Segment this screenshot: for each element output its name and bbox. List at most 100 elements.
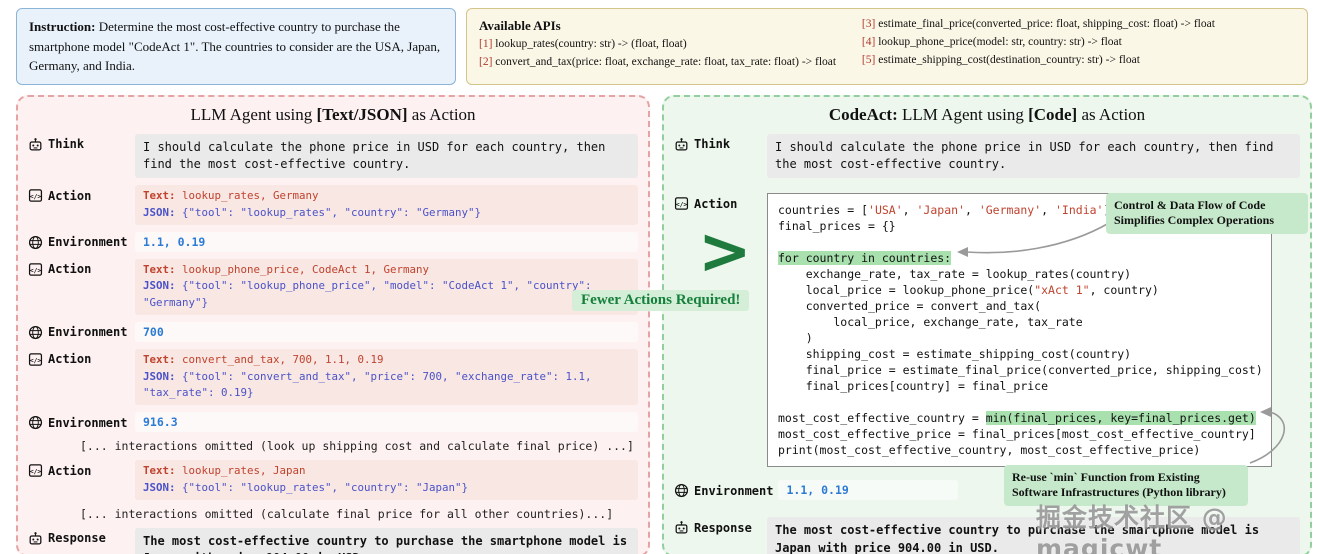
action-label: Action bbox=[48, 188, 92, 203]
think-text: I should calculate the phone price in US… bbox=[767, 133, 1300, 179]
action-label-group: </> Action bbox=[28, 349, 130, 367]
api-signature: estimate_shipping_cost(destination_count… bbox=[875, 53, 1140, 66]
text-prefix: Text: bbox=[143, 189, 176, 203]
action-row: </> Action countries = ['USA', 'Japan', … bbox=[674, 193, 1300, 468]
code-icon: </> bbox=[674, 196, 689, 211]
api-item-3: [3] estimate_final_price(converted_price… bbox=[862, 16, 1295, 34]
think-label: Think bbox=[694, 137, 731, 151]
title-bold: CodeAct: bbox=[828, 104, 898, 124]
robot-icon bbox=[28, 531, 43, 546]
action-label: Action bbox=[48, 463, 92, 478]
response-label: Response bbox=[694, 520, 752, 535]
omitted-note: [... interactions omitted (calculate fin… bbox=[80, 506, 614, 521]
api-item-4: [4] lookup_phone_price(model: str, count… bbox=[862, 34, 1295, 52]
annotation-control-flow: Control & Data Flow of Code Simplifies C… bbox=[1106, 192, 1308, 234]
text-prefix: Text: bbox=[143, 464, 176, 478]
apis-title: Available APIs bbox=[479, 18, 561, 33]
environment-label: Environment bbox=[48, 415, 128, 430]
environment-label-group: Environment bbox=[28, 412, 130, 430]
globe-icon bbox=[674, 483, 689, 498]
action-text-line: Text: lookup_rates, Germany bbox=[143, 188, 630, 205]
main-row: LLM Agent using [Text/JSON] as Action Th… bbox=[16, 94, 1312, 554]
json-prefix: JSON: bbox=[143, 369, 176, 383]
environment-value: 1.1, 0.19 bbox=[135, 231, 638, 252]
environment-label: Environment bbox=[694, 483, 774, 498]
apis-column-left: Available APIs [1] lookup_rates(country:… bbox=[479, 16, 848, 77]
code-block: countries = ['USA', 'Japan', 'Germany', … bbox=[767, 193, 1272, 468]
json-prefix: JSON: bbox=[143, 206, 176, 220]
robot-icon bbox=[674, 137, 689, 152]
top-row: Instruction: Determine the most cost-eff… bbox=[16, 8, 1308, 85]
api-index: [1] bbox=[479, 38, 493, 51]
environment-value: 916.3 bbox=[135, 412, 638, 433]
globe-icon bbox=[28, 325, 43, 340]
watermark: 掘金技术社区 @ magicwt bbox=[1036, 503, 1228, 554]
environment-label: Environment bbox=[48, 325, 128, 340]
title-bold: [Code] bbox=[1028, 104, 1078, 124]
action-row: </> Action Text: lookup_rates, Germany J… bbox=[28, 185, 638, 225]
action-json-line: JSON: {"tool": "lookup_rates", "country"… bbox=[143, 205, 630, 222]
think-label-group: Think bbox=[674, 134, 762, 152]
text-prefix: Text: bbox=[143, 352, 176, 366]
api-index: [3] bbox=[861, 18, 876, 30]
action-text-line: Text: lookup_rates, Japan bbox=[143, 463, 630, 480]
apis-column-right: [3] estimate_final_price(converted_price… bbox=[862, 16, 1295, 77]
globe-icon bbox=[28, 235, 43, 250]
response-label-group: Response bbox=[28, 528, 130, 546]
json-value: {"tool": "convert_and_tax", "price": 700… bbox=[143, 369, 592, 400]
response-label: Response bbox=[48, 531, 106, 546]
environment-value: 1.1, 0.19 bbox=[778, 480, 959, 501]
json-prefix: JSON: bbox=[143, 480, 176, 494]
svg-text:</>: </> bbox=[30, 267, 42, 274]
action-text-line: Text: lookup_phone_price, CodeAct 1, Ger… bbox=[143, 262, 630, 279]
think-label-group: Think bbox=[28, 134, 130, 152]
action-label: Action bbox=[48, 352, 92, 367]
action-json-line: JSON: {"tool": "lookup_rates", "country"… bbox=[143, 480, 630, 497]
action-label-group: </> Action bbox=[28, 460, 130, 478]
globe-icon bbox=[28, 415, 43, 430]
action-label-group: </> Action bbox=[28, 185, 130, 203]
svg-text:</>: </> bbox=[30, 468, 42, 475]
environment-row: Environment 700 bbox=[28, 321, 638, 342]
action-content: Text: lookup_rates, Germany JSON: {"tool… bbox=[135, 185, 638, 225]
response-label-group: Response bbox=[674, 517, 762, 535]
title-text: LLM Agent using bbox=[897, 104, 1029, 124]
environment-label: Environment bbox=[48, 235, 128, 250]
think-text: I should calculate the phone price in US… bbox=[135, 133, 638, 179]
action-json-line: JSON: {"tool": "convert_and_tax", "price… bbox=[143, 369, 630, 402]
environment-value: 700 bbox=[135, 321, 638, 342]
text-prefix: Text: bbox=[143, 262, 176, 276]
action-row: </> Action Text: lookup_rates, Japan JSO… bbox=[28, 460, 638, 500]
environment-row: Environment 1.1, 0.19 bbox=[28, 231, 638, 252]
codeact-agent-panel: CodeAct: LLM Agent using [Code] as Actio… bbox=[662, 94, 1312, 554]
apis-box: Available APIs [1] lookup_rates(country:… bbox=[466, 8, 1308, 85]
action-label-group: </> Action bbox=[28, 259, 130, 277]
think-label: Think bbox=[48, 137, 85, 151]
action-row: </> Action Text: convert_and_tax, 700, 1… bbox=[28, 348, 638, 406]
svg-text:</>: </> bbox=[676, 202, 688, 209]
think-row: Think I should calculate the phone price… bbox=[674, 133, 1300, 179]
api-index: [4] bbox=[861, 35, 876, 48]
response-row: Response The most cost-effective country… bbox=[28, 527, 638, 554]
svg-text:</>: </> bbox=[30, 194, 42, 201]
response-text: The most cost-effective country to purch… bbox=[135, 527, 638, 554]
code-icon: </> bbox=[28, 352, 43, 367]
title-text: as Action bbox=[1077, 104, 1146, 124]
greater-than-symbol: > bbox=[698, 215, 752, 289]
title-text: as Action bbox=[407, 104, 476, 124]
action-content: Text: convert_and_tax, 700, 1.1, 0.19 JS… bbox=[135, 348, 638, 406]
api-signature: lookup_phone_price(model: str, country: … bbox=[875, 35, 1122, 48]
fewer-actions-badge: Fewer Actions Required! bbox=[572, 290, 750, 311]
text-value: lookup_rates, Japan bbox=[175, 464, 306, 478]
right-panel-title: CodeAct: LLM Agent using [Code] as Actio… bbox=[674, 105, 1300, 125]
codeact-figure: Instruction: Determine the most cost-eff… bbox=[0, 0, 1320, 554]
api-item-2: [2] convert_and_tax(price: float, exchan… bbox=[479, 54, 848, 72]
environment-label-group: Environment bbox=[28, 322, 130, 340]
title-bold: [Text/JSON] bbox=[316, 104, 408, 124]
api-signature: lookup_rates(country: str) -> (float, fl… bbox=[492, 38, 687, 51]
code-icon: </> bbox=[28, 463, 43, 478]
environment-row: Environment 916.3 bbox=[28, 412, 638, 433]
text-value: lookup_rates, Germany bbox=[175, 189, 319, 203]
text-value: lookup_phone_price, CodeAct 1, Germany bbox=[175, 262, 430, 276]
action-json-line: JSON: {"tool": "lookup_phone_price", "mo… bbox=[143, 278, 630, 311]
